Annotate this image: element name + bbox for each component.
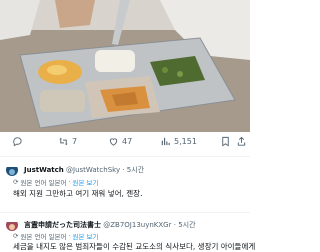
display-name[interactable]: JustWatch [24, 166, 64, 174]
reply-item[interactable]: 言霊申請だった司法書士 @ZB7OJ13uynKXGr · 5시간 ⟳ 원본 언… [0, 214, 255, 251]
views-button[interactable]: 5,151 [160, 136, 197, 147]
divider [0, 212, 250, 213]
meal-tray-photo [0, 0, 250, 132]
retweet-icon [59, 137, 68, 146]
divider [0, 156, 250, 157]
like-button[interactable]: 47 [108, 136, 132, 147]
display-name[interactable]: 言霊申請だった司法書士 [24, 221, 101, 229]
handle[interactable]: @JustWatchSky [66, 166, 120, 174]
retweet-button[interactable]: 7 [58, 136, 77, 147]
avatar-image [6, 222, 18, 231]
translation-note: ⟳ 원본 언어 일본어 · 원본 보기 [13, 231, 99, 241]
translate-icon: ⟳ [13, 232, 19, 240]
post-action-bar: 7 47 5,151 [0, 134, 250, 152]
reply-icon [13, 137, 22, 147]
share-icon [237, 136, 246, 146]
reply-text: 세금을 내지도 않은 범죄자들이 수감된 교도소의 식사보다, 생장기 아이들에… [13, 242, 256, 251]
retweet-count: 7 [72, 137, 78, 146]
views-chart-icon [161, 137, 170, 146]
separator: · [68, 178, 71, 186]
translation-note: ⟳ 원본 언어 일본어 · 원본 보기 [13, 177, 99, 187]
view-original-link[interactable]: 원본 보기 [73, 231, 99, 241]
bookmark-icon [222, 136, 229, 147]
handle[interactable]: @ZB7OJ13uynKXGr [103, 221, 171, 229]
views-count: 5,151 [174, 137, 197, 146]
time-separator: · [122, 166, 125, 174]
time-separator: · [173, 221, 176, 229]
post-photo[interactable] [0, 0, 250, 132]
reply-button[interactable] [12, 136, 26, 147]
avatar[interactable] [6, 164, 18, 176]
reply-item[interactable]: JustWatch @JustWatchSky · 5시간 ⟳ 원본 언어 일본… [0, 158, 250, 202]
translation-label: 원본 언어 일본어 [20, 179, 67, 187]
reply-header: 言霊申請だった司法書士 @ZB7OJ13uynKXGr · 5시간 [24, 220, 196, 230]
bookmark-button[interactable] [220, 136, 231, 147]
share-button[interactable] [236, 136, 247, 147]
timestamp[interactable]: 5시간 [178, 221, 195, 229]
avatar-image [6, 167, 18, 176]
translate-icon: ⟳ [13, 178, 19, 186]
reply-text: 해외 지원 그만하고 여기 재워 넣어, 젠장. [13, 189, 143, 198]
timestamp[interactable]: 5시간 [127, 166, 144, 174]
translation-label: 원본 언어 일본어 [20, 233, 67, 241]
view-original-link[interactable]: 원본 보기 [73, 177, 99, 187]
separator: · [68, 232, 71, 240]
like-count: 47 [122, 137, 133, 146]
heart-icon [109, 138, 118, 146]
avatar[interactable] [6, 219, 18, 231]
reply-header: JustWatch @JustWatchSky · 5시간 [24, 165, 144, 175]
